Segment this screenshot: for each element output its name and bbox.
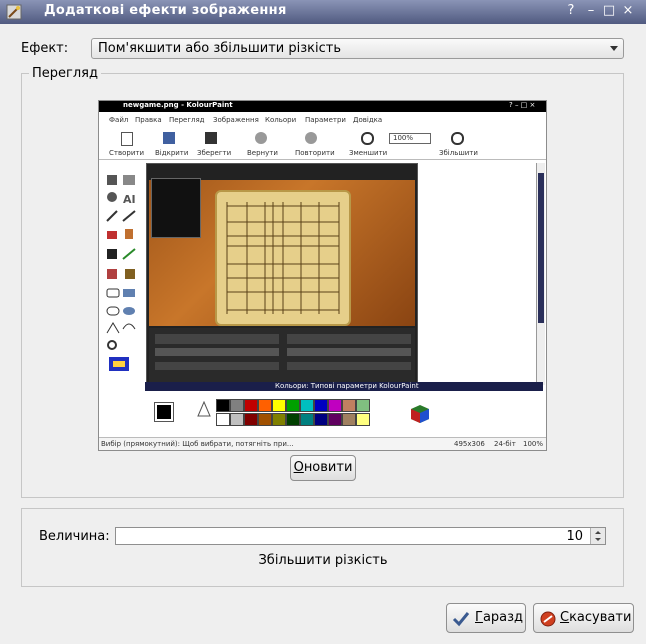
effect-label: Ефект: (21, 41, 69, 56)
tb-label: Відкрити (155, 149, 189, 157)
ok-button-label: Гаразд (475, 610, 524, 625)
status-size: 495x306 (454, 440, 485, 448)
status-depth: 24-біт (494, 440, 516, 448)
popup-menu (151, 178, 201, 238)
preview-menu-item: Кольори (265, 116, 297, 124)
palette-swatch (328, 413, 342, 426)
zoom-in-icon (451, 132, 464, 145)
palette-swatch (216, 413, 230, 426)
tb-label: Збільшити (439, 149, 478, 157)
amount-description: Збільшити різкість (258, 553, 388, 568)
preview-statusbar: Вибір (прямокутний): Щоб вибрати, потягн… (99, 437, 546, 450)
preview-canvas (146, 163, 418, 391)
effect-combobox[interactable]: Пом'якшити або збільшити різкість (91, 38, 624, 59)
palette-swatch (286, 413, 300, 426)
preview-menubar: Файл Правка Перегляд Зображення Кольори … (99, 114, 546, 126)
preview-menu-item: Перегляд (169, 116, 205, 124)
cancel-button-label: Скасувати (560, 610, 632, 625)
tb-label: Вернути (247, 149, 278, 157)
preview-titlebar: newgame.png - KolourPaint ? – □ × (99, 101, 546, 112)
chevron-down-icon (610, 46, 618, 51)
preview-scrollbar (536, 163, 545, 385)
cancel-button[interactable]: Скасувати (533, 603, 634, 633)
close-button[interactable]: × (620, 3, 636, 19)
help-button[interactable]: ? (563, 3, 579, 19)
status-left: Вибір (прямокутний): Щоб вибрати, потягн… (101, 440, 294, 448)
maximize-button[interactable]: □ (601, 3, 617, 19)
ok-button[interactable]: Гаразд (446, 603, 526, 633)
cancel-icon (540, 611, 556, 627)
fg-bg-color-icon (149, 397, 179, 425)
save-icon (205, 132, 217, 144)
preview-toolbar: 100% Створити Відкрити Зберегти Вернути … (99, 129, 546, 160)
palette-swatch (328, 399, 342, 412)
window-title: Додаткові ефекти зображення (44, 3, 287, 18)
palette-swatch (300, 399, 314, 412)
palette-swatch (300, 413, 314, 426)
palette-swatch (342, 399, 356, 412)
preview-image: newgame.png - KolourPaint ? – □ × Файл П… (98, 100, 547, 451)
amount-label: Величина: (39, 529, 110, 544)
palette-swatch (244, 413, 258, 426)
palette-swatch (286, 399, 300, 412)
preview-legend: Перегляд (29, 66, 101, 81)
preview-window-buttons-icon: ? – □ × (509, 101, 536, 109)
palette-swatch (258, 399, 272, 412)
zoom-out-icon (361, 132, 374, 145)
preview-menu-item: Зображення (213, 116, 259, 124)
color-palette (216, 399, 376, 427)
preview-menu-item: Параметри (305, 116, 346, 124)
tb-label: Повторити (295, 149, 335, 157)
palette-swatch (272, 399, 286, 412)
color-cube-icon (409, 403, 431, 423)
new-file-icon (121, 132, 133, 146)
amount-groupbox (21, 508, 624, 587)
svg-text:AI: AI (123, 193, 136, 206)
zoom-combo: 100% (389, 133, 431, 144)
zoom-value: 100% (393, 134, 414, 142)
palette-title: Кольори: Типові параметри KolourPaint (275, 382, 419, 390)
palette-swatch (272, 413, 286, 426)
palette-swatch (314, 413, 328, 426)
game-board (215, 190, 351, 326)
color-picker-icon (197, 400, 211, 417)
preview-menu-item: Файл (109, 116, 129, 124)
redo-icon (305, 132, 317, 144)
title-bar: Додаткові ефекти зображення ? – □ × (0, 0, 646, 24)
undo-icon (255, 132, 267, 144)
preview-title: newgame.png - KolourPaint (123, 101, 233, 109)
palette-swatch (356, 413, 370, 426)
palette-swatch (244, 399, 258, 412)
palette-titlebar: Кольори: Типові параметри KolourPaint (145, 382, 543, 391)
tb-label: Створити (109, 149, 144, 157)
checkmark-icon (452, 612, 470, 627)
grid-lines-icon (226, 202, 340, 314)
palette-swatch (258, 413, 272, 426)
status-zoom: 100% (523, 440, 544, 448)
paint-brush-icon (6, 4, 22, 20)
preview-toolbox: AI (103, 173, 141, 373)
palette-swatch (230, 413, 244, 426)
preview-menu-item: Довідка (353, 116, 383, 124)
effect-selected-value: Пом'якшити або збільшити різкість (98, 41, 341, 56)
tb-label: Зменшити (349, 149, 388, 157)
palette-swatch (356, 399, 370, 412)
palette-swatch (216, 399, 230, 412)
tools-icon: AI (106, 175, 136, 371)
minimize-button[interactable]: – (583, 3, 599, 19)
preview-bottom-panel (149, 328, 415, 388)
preview-menu-item: Правка (135, 116, 162, 124)
open-icon (163, 132, 175, 144)
update-button-label: Оновити (293, 460, 353, 475)
amount-spinbox[interactable]: 10 (115, 527, 606, 545)
amount-value: 10 (566, 529, 583, 544)
palette-swatch (230, 399, 244, 412)
palette-swatch (342, 413, 356, 426)
spin-arrows-icon[interactable] (590, 528, 605, 544)
update-button[interactable]: Оновити (290, 455, 356, 481)
tb-label: Зберегти (197, 149, 232, 157)
palette-swatch (314, 399, 328, 412)
